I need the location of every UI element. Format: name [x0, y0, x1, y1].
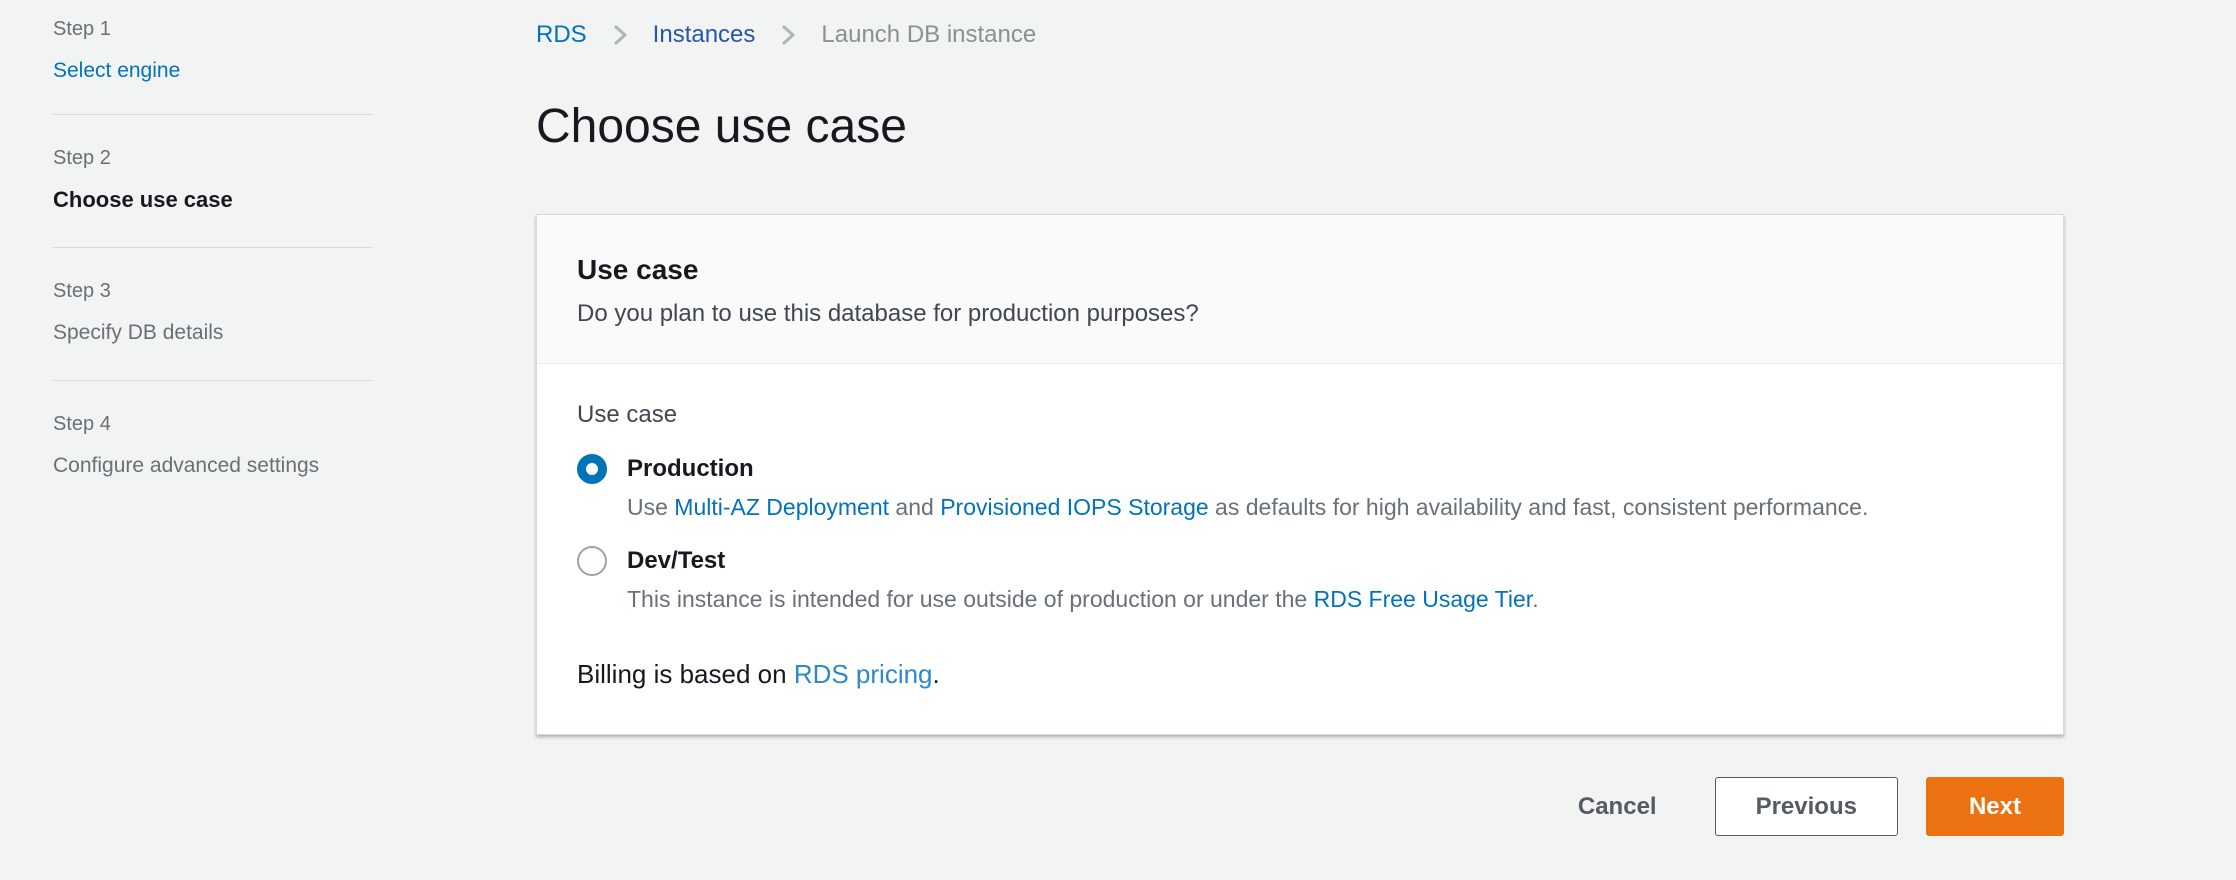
sidebar-item-configure-advanced-settings: Configure advanced settings: [53, 451, 323, 481]
sidebar-item-specify-db-details: Specify DB details: [53, 318, 323, 348]
description-text: This instance is intended for use outsid…: [627, 586, 1314, 612]
dev-test-radio-button[interactable]: [577, 546, 607, 576]
billing-note: Billing is based on RDS pricing.: [577, 658, 2023, 690]
dev-test-option-description: This instance is intended for use outsid…: [627, 584, 1539, 614]
step-group-1: Step 1 Select engine: [53, 0, 373, 114]
production-option-content: Production Use Multi-AZ Deployment and P…: [627, 454, 1868, 522]
production-option-row: Production Use Multi-AZ Deployment and P…: [577, 454, 2023, 522]
production-option-label[interactable]: Production: [627, 454, 1868, 484]
dev-test-option-content: Dev/Test This instance is intended for u…: [627, 546, 1539, 614]
production-radio-button[interactable]: [577, 454, 607, 484]
card-subtitle: Do you plan to use this database for pro…: [577, 299, 2023, 329]
use-case-card-body: Use case Production Use Multi-AZ Deploym…: [537, 364, 2063, 734]
sidebar-item-choose-use-case: Choose use case: [53, 185, 323, 215]
chevron-right-icon: [607, 22, 633, 48]
rds-free-usage-tier-link[interactable]: RDS Free Usage Tier: [1314, 586, 1533, 612]
wizard-steps-sidebar: Step 1 Select engine Step 2 Choose use c…: [0, 0, 536, 880]
breadcrumb-link-instances[interactable]: Instances: [653, 20, 756, 50]
card-title: Use case: [577, 253, 2023, 287]
use-case-card-header: Use case Do you plan to use this databas…: [537, 215, 2063, 364]
step-number: Step 3: [53, 278, 373, 304]
breadcrumb: RDS Instances Launch DB instance: [536, 20, 2064, 50]
billing-text: Billing is based on: [577, 659, 794, 689]
use-case-card: Use case Do you plan to use this databas…: [536, 214, 2064, 735]
use-case-field-label: Use case: [577, 400, 2023, 430]
sidebar-item-select-engine[interactable]: Select engine: [53, 56, 323, 86]
production-option-description: Use Multi-AZ Deployment and Provisioned …: [627, 492, 1868, 522]
breadcrumb-link-rds[interactable]: RDS: [536, 20, 587, 50]
step-group-4: Step 4 Configure advanced settings: [53, 380, 373, 513]
cancel-button[interactable]: Cancel: [1578, 777, 1657, 836]
step-number: Step 4: [53, 411, 373, 437]
provisioned-iops-storage-link[interactable]: Provisioned IOPS Storage: [940, 494, 1208, 520]
step-number: Step 1: [53, 16, 373, 42]
step-number: Step 2: [53, 145, 373, 171]
description-text: and: [889, 494, 940, 520]
description-text: as defaults for high availability and fa…: [1209, 494, 1869, 520]
step-group-2: Step 2 Choose use case: [53, 114, 373, 247]
previous-button[interactable]: Previous: [1715, 777, 1898, 836]
chevron-right-icon: [775, 22, 801, 48]
description-text: .: [1532, 586, 1538, 612]
billing-text: .: [933, 659, 940, 689]
breadcrumb-current-page: Launch DB instance: [821, 20, 1036, 50]
dev-test-option-row: Dev/Test This instance is intended for u…: [577, 546, 2023, 614]
next-button[interactable]: Next: [1926, 777, 2064, 836]
dev-test-option-label[interactable]: Dev/Test: [627, 546, 1539, 576]
main-content: RDS Instances Launch DB instance Choose …: [536, 0, 2236, 880]
wizard-footer-actions: Cancel Previous Next: [536, 777, 2064, 836]
page-title: Choose use case: [536, 98, 2064, 156]
multi-az-deployment-link[interactable]: Multi-AZ Deployment: [674, 494, 889, 520]
step-group-3: Step 3 Specify DB details: [53, 247, 373, 380]
description-text: Use: [627, 494, 674, 520]
rds-pricing-link[interactable]: RDS pricing: [794, 659, 933, 689]
